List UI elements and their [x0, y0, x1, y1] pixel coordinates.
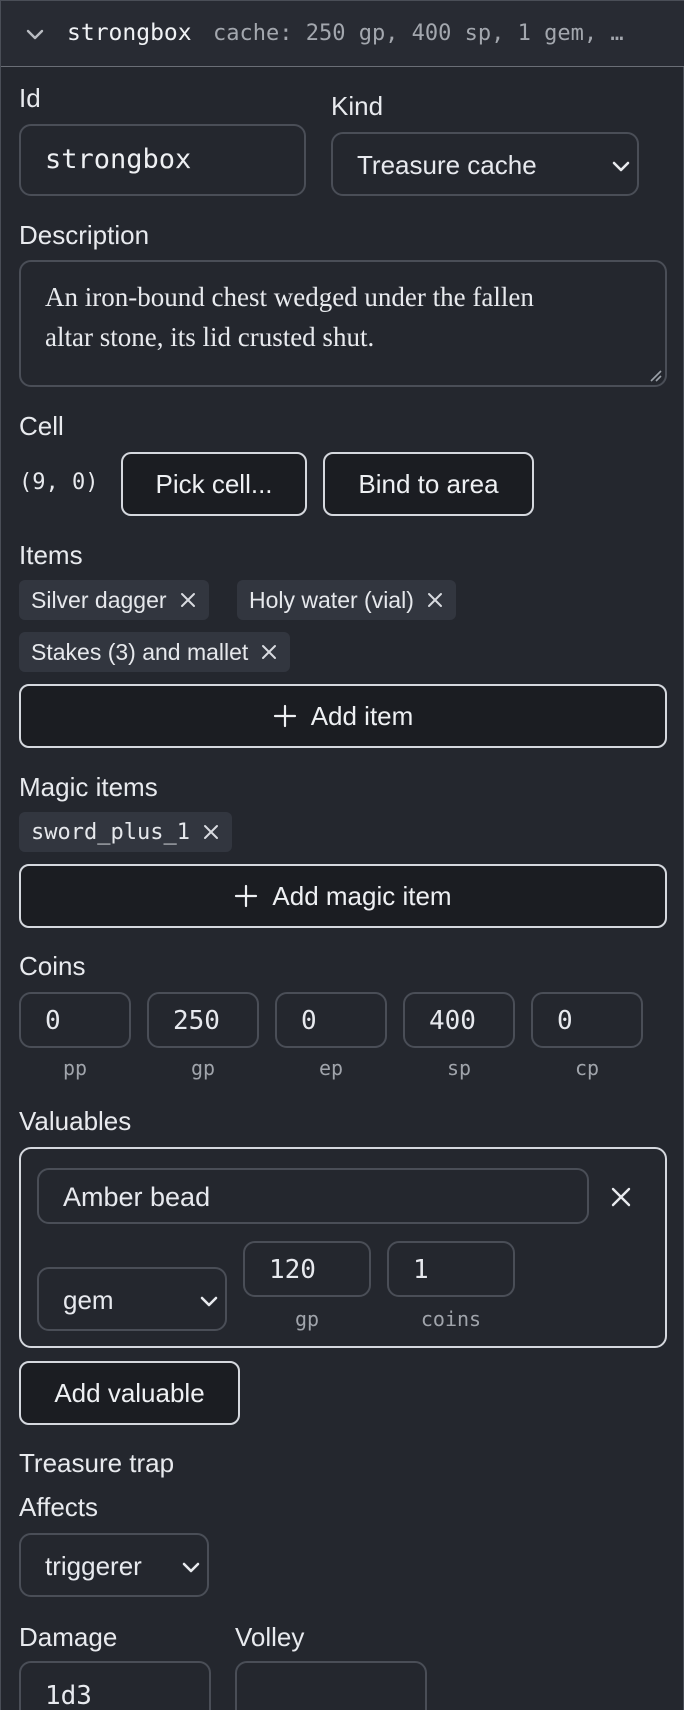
add-valuable-button[interactable]: Add valuable — [19, 1361, 240, 1425]
id-label: Id — [19, 83, 41, 113]
item-chip: Silver dagger — [19, 580, 209, 620]
id-input[interactable]: strongbox — [19, 124, 306, 196]
add-magic-item-label: Add magic item — [272, 880, 452, 911]
valuable-value-input[interactable]: 120 — [243, 1241, 371, 1297]
remove-icon[interactable] — [202, 823, 220, 841]
coins-label: Coins — [19, 951, 86, 981]
description-label: Description — [19, 220, 150, 250]
description-line-2: altar stone, its lid crusted shut. — [45, 322, 375, 352]
magic-item-chip: sword_plus_1 — [19, 812, 232, 852]
cell-label: Cell — [19, 411, 64, 441]
coin-input-pp[interactable]: 0 — [19, 992, 131, 1048]
remove-icon[interactable] — [179, 591, 197, 609]
remove-icon[interactable] — [260, 643, 278, 661]
coin-input-gp[interactable]: 250 — [147, 992, 259, 1048]
magic-items-label: Magic items — [19, 772, 158, 802]
description-line-1: An iron-bound chest wedged under the fal… — [45, 282, 534, 312]
affects-select[interactable]: triggerer — [19, 1533, 209, 1597]
coin-unit: sp — [446, 1056, 472, 1080]
kind-label: Kind — [331, 91, 384, 121]
damage-label: Damage — [19, 1622, 118, 1652]
affects-label: Affects — [19, 1492, 99, 1522]
remove-valuable-icon[interactable] — [609, 1185, 633, 1209]
header-summary: cache: 250 gp, 400 sp, 1 gem, … — [213, 21, 624, 46]
coin-unit: ep — [318, 1056, 344, 1080]
plus-icon — [235, 884, 258, 908]
coin-unit: gp — [190, 1056, 216, 1080]
header-id: strongbox — [67, 20, 192, 46]
valuable-count-unit: coins — [420, 1307, 482, 1331]
coin-value: 0 — [45, 1006, 61, 1036]
valuable-type: gem — [63, 1285, 114, 1315]
plus-icon — [273, 704, 296, 728]
volley-input[interactable] — [235, 1661, 427, 1710]
chevron-down-icon[interactable] — [23, 22, 47, 46]
valuables-label: Valuables — [19, 1106, 132, 1136]
damage-input[interactable]: 1d3 — [19, 1661, 211, 1710]
affects-selected: triggerer — [45, 1551, 142, 1581]
valuable-count: 1 — [413, 1255, 429, 1285]
valuable-value-unit: gp — [294, 1307, 320, 1331]
coin-value: 250 — [173, 1006, 220, 1036]
add-item-button[interactable]: Add item — [19, 684, 667, 748]
id-input-value: strongbox — [45, 144, 192, 175]
coin-value: 0 — [301, 1006, 317, 1036]
item-chip-label: Silver dagger — [31, 586, 167, 613]
chevron-down-icon — [200, 1296, 218, 1307]
collapsible-header[interactable]: strongbox cache: 250 gp, 400 sp, 1 gem, … — [1, 0, 684, 67]
chevron-down-icon — [612, 161, 630, 172]
add-magic-item-button[interactable]: Add magic item — [19, 864, 667, 928]
damage-value: 1d3 — [45, 1681, 92, 1710]
magic-item-chip-label: sword_plus_1 — [31, 819, 190, 845]
valuable-count-input[interactable]: 1 — [387, 1241, 515, 1297]
coin-input-cp[interactable]: 0 — [531, 992, 643, 1048]
coin-value: 0 — [557, 1006, 573, 1036]
item-chip: Holy water (vial) — [237, 580, 456, 620]
add-item-label: Add item — [310, 700, 414, 731]
resize-handle-icon[interactable] — [648, 368, 662, 382]
coin-input-sp[interactable]: 400 — [403, 992, 515, 1048]
coin-unit: pp — [62, 1056, 88, 1080]
item-chip-label: Holy water (vial) — [249, 586, 414, 613]
treasure-editor-panel: strongbox cache: 250 gp, 400 sp, 1 gem, … — [0, 0, 684, 1710]
kind-selected: Treasure cache — [357, 150, 537, 180]
treasure-trap-label: Treasure trap — [19, 1448, 175, 1478]
valuable-value: 120 — [269, 1255, 316, 1285]
cell-value: (9, 0) — [19, 470, 99, 495]
coin-value: 400 — [429, 1006, 476, 1036]
valuable-entry: Amber bead gem 120 gp 1 coins — [19, 1147, 667, 1348]
valuable-name: Amber bead — [63, 1182, 211, 1212]
volley-label: Volley — [235, 1622, 305, 1652]
valuable-name-input[interactable]: Amber bead — [37, 1168, 589, 1224]
valuable-type-select[interactable]: gem — [37, 1267, 227, 1331]
kind-select[interactable]: Treasure cache — [331, 132, 639, 196]
bind-to-area-button[interactable]: Bind to area — [323, 452, 534, 516]
coin-unit: cp — [574, 1056, 600, 1080]
chevron-down-icon — [182, 1562, 200, 1573]
items-label: Items — [19, 540, 83, 570]
coin-input-ep[interactable]: 0 — [275, 992, 387, 1048]
item-chip-label: Stakes (3) and mallet — [31, 638, 249, 665]
description-textarea[interactable]: An iron-bound chest wedged under the fal… — [19, 260, 667, 387]
pick-cell-button[interactable]: Pick cell... — [121, 452, 307, 516]
remove-icon[interactable] — [426, 591, 444, 609]
item-chip: Stakes (3) and mallet — [19, 632, 291, 672]
